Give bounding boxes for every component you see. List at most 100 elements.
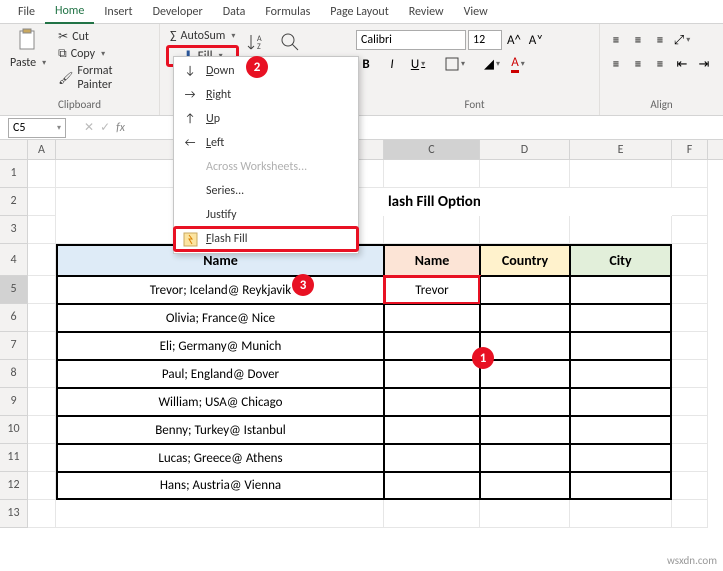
tab-insert[interactable]: Insert: [94, 1, 142, 23]
flash-fill-item[interactable]: Flash Fill: [174, 227, 358, 251]
table-cell[interactable]: Lucas; Greece@ Athens: [56, 444, 384, 472]
header-name[interactable]: Name: [384, 244, 480, 276]
fill-dropdown-menu: ↓DDownown →Right ↑Up ←Left Across Worksh…: [173, 56, 359, 254]
table-cell[interactable]: Hans; Austria@ Vienna: [56, 472, 384, 500]
align-label: Align: [606, 98, 717, 113]
orientation-button[interactable]: ⤢: [672, 30, 692, 50]
group-clipboard: Paste ✂Cut ⧉Copy 🖌Format Painter Clipboa…: [0, 24, 160, 115]
align-right-button[interactable]: ≡: [650, 54, 670, 74]
align-middle-button[interactable]: ≡: [628, 30, 648, 50]
row-header[interactable]: 10: [0, 416, 28, 444]
ribbon: Paste ✂Cut ⧉Copy 🖌Format Painter Clipboa…: [0, 24, 723, 116]
font-name-select[interactable]: [356, 30, 466, 50]
row-header[interactable]: 8: [0, 360, 28, 388]
arrow-right-icon: →: [182, 87, 198, 103]
font-size-select[interactable]: [468, 30, 502, 50]
row-header[interactable]: 7: [0, 332, 28, 360]
tab-home[interactable]: Home: [45, 0, 94, 24]
font-color-button[interactable]: A: [508, 54, 528, 74]
col-header-f[interactable]: F: [672, 140, 708, 159]
fill-left-item[interactable]: ←Left: [174, 131, 358, 155]
bold-button[interactable]: B: [356, 54, 376, 74]
font-group-label: Font: [356, 98, 593, 113]
cut-button[interactable]: ✂Cut: [54, 28, 153, 45]
col-header-e[interactable]: E: [570, 140, 672, 159]
tab-page-layout[interactable]: Page Layout: [320, 1, 398, 23]
svg-text:Z: Z: [257, 42, 261, 52]
row-header[interactable]: 6: [0, 304, 28, 332]
flash-fill-icon: [182, 231, 198, 247]
callout-3: 3: [292, 274, 314, 296]
arrow-left-icon: ←: [182, 135, 198, 151]
row-header[interactable]: 5: [0, 276, 28, 304]
fill-across-item: Across Worksheets...: [174, 155, 358, 179]
increase-font-button[interactable]: A^: [504, 30, 524, 50]
cancel-icon[interactable]: ✕: [84, 120, 94, 135]
table-cell[interactable]: Trevor; Iceland@ Reykjavik: [56, 276, 384, 304]
fill-color-button[interactable]: ◢: [482, 54, 502, 74]
underline-button[interactable]: U: [408, 54, 428, 74]
fill-justify-item[interactable]: Justify: [174, 203, 358, 227]
arrow-down-icon: ↓: [182, 63, 198, 79]
callout-1: 1: [472, 347, 494, 369]
select-all-corner[interactable]: [0, 140, 28, 159]
table-cell[interactable]: Benny; Turkey@ Istanbul: [56, 416, 384, 444]
row-header[interactable]: 9: [0, 388, 28, 416]
watermark: wsxdn.com: [667, 554, 717, 567]
col-header-a[interactable]: A: [28, 140, 56, 159]
paste-icon[interactable]: [14, 26, 42, 54]
row-header[interactable]: 3: [0, 216, 28, 244]
align-left-button[interactable]: ≡: [606, 54, 626, 74]
tab-file[interactable]: File: [8, 1, 45, 23]
align-bottom-button[interactable]: ≡: [650, 30, 670, 50]
tab-formulas[interactable]: Formulas: [255, 1, 320, 23]
tab-view[interactable]: View: [454, 1, 498, 23]
paste-button[interactable]: Paste: [6, 55, 50, 71]
tab-developer[interactable]: Developer: [143, 1, 213, 23]
tab-data[interactable]: Data: [213, 1, 256, 23]
copy-icon: ⧉: [58, 47, 67, 61]
formula-bar: C5▾ ✕ ✓ fx: [0, 116, 723, 140]
find-icon[interactable]: [276, 28, 304, 56]
sort-icon[interactable]: AZ: [244, 28, 272, 56]
align-center-button[interactable]: ≡: [628, 54, 648, 74]
table-cell[interactable]: Eli; Germany@ Munich: [56, 332, 384, 360]
indent-right-button[interactable]: ⇥: [694, 54, 714, 74]
indent-left-button[interactable]: ⇤: [672, 54, 692, 74]
col-header-c[interactable]: C: [384, 140, 480, 159]
col-header-d[interactable]: D: [480, 140, 570, 159]
header-country[interactable]: Country: [480, 244, 570, 276]
fill-right-item[interactable]: →Right: [174, 83, 358, 107]
row-header[interactable]: 12: [0, 472, 28, 500]
arrow-up-icon: ↑: [182, 111, 198, 127]
border-button[interactable]: [445, 54, 465, 74]
header-city[interactable]: City: [570, 244, 672, 276]
format-painter-button[interactable]: 🖌Format Painter: [54, 63, 153, 93]
row-header[interactable]: 2: [0, 188, 28, 216]
name-box[interactable]: C5▾: [8, 118, 66, 138]
clipboard-label: Clipboard: [6, 98, 153, 113]
autosum-button[interactable]: ∑AutoSum: [166, 28, 239, 44]
row-header[interactable]: 11: [0, 444, 28, 472]
enter-icon[interactable]: ✓: [100, 120, 110, 135]
active-cell[interactable]: Trevor: [384, 276, 480, 304]
row-header[interactable]: 4: [0, 244, 28, 276]
copy-button[interactable]: ⧉Copy: [54, 46, 153, 62]
align-top-button[interactable]: ≡: [606, 30, 626, 50]
table-cell[interactable]: Olivia; France@ Nice: [56, 304, 384, 332]
row-header[interactable]: 1: [0, 160, 28, 188]
brush-icon: 🖌: [58, 71, 73, 86]
decrease-font-button[interactable]: A˅: [526, 30, 546, 50]
bucket-icon: ◢: [484, 57, 494, 72]
ribbon-tabs: File Home Insert Developer Data Formulas…: [0, 0, 723, 24]
fx-icon[interactable]: fx: [116, 121, 125, 135]
italic-button[interactable]: I: [382, 54, 402, 74]
callout-2: 2: [246, 56, 268, 78]
fill-up-item[interactable]: ↑Up: [174, 107, 358, 131]
tab-review[interactable]: Review: [399, 1, 454, 23]
title-cell[interactable]: lash Fill Option: [384, 188, 480, 216]
fill-series-item[interactable]: Series...: [174, 179, 358, 203]
row-header[interactable]: 13: [0, 500, 28, 528]
table-cell[interactable]: Paul; England@ Dover: [56, 360, 384, 388]
table-cell[interactable]: William; USA@ Chicago: [56, 388, 384, 416]
